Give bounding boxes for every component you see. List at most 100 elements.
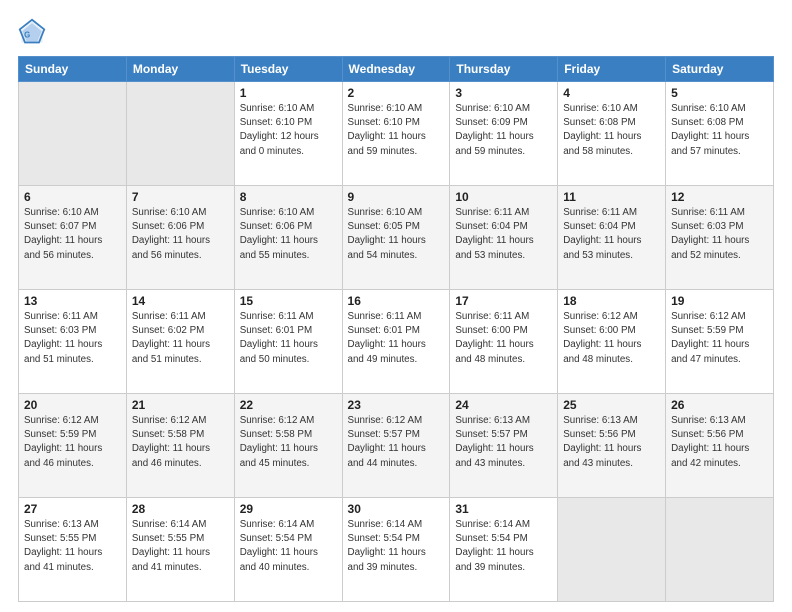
calendar-cell: 24 Sunrise: 6:13 AM Sunset: 5:57 PM Dayli… [450, 394, 558, 498]
day-info: Sunrise: 6:12 AM Sunset: 5:58 PM Dayligh… [240, 414, 337, 471]
calendar-cell: 14 Sunrise: 6:11 AM Sunset: 6:02 PM Dayli… [126, 290, 234, 394]
day-number: 2 [348, 86, 445, 100]
day-info: Sunrise: 6:10 AM Sunset: 6:08 PM Dayligh… [563, 102, 660, 159]
day-number: 27 [24, 502, 121, 516]
day-number: 26 [671, 398, 768, 412]
day-number: 10 [455, 190, 552, 204]
day-number: 20 [24, 398, 121, 412]
calendar-cell: 16Sunrise: 6:11 AM Sunset: 6:01 PM Dayli… [342, 290, 450, 394]
day-number: 1 [240, 86, 337, 100]
day-info: Sunrise: 6:11 AM Sunset: 6:02 PM Dayligh… [132, 310, 229, 367]
calendar-week-row: 1 Sunrise: 6:10 AM Sunset: 6:10 PM Daylig… [19, 82, 774, 186]
day-number: 23 [348, 398, 445, 412]
day-number: 7 [132, 190, 229, 204]
day-info: Sunrise: 6:10 AM Sunset: 6:10 PM Dayligh… [240, 102, 337, 159]
day-info: Sunrise: 6:10 AM Sunset: 6:07 PM Dayligh… [24, 206, 121, 263]
day-info: Sunrise: 6:13 AM Sunset: 5:55 PM Dayligh… [24, 518, 121, 575]
day-info: Sunrise: 6:13 AM Sunset: 5:56 PM Dayligh… [671, 414, 768, 471]
calendar-cell: 7 Sunrise: 6:10 AM Sunset: 6:06 PM Daylig… [126, 186, 234, 290]
day-number: 11 [563, 190, 660, 204]
day-info: Sunrise: 6:14 AM Sunset: 5:54 PM Dayligh… [240, 518, 337, 575]
day-number: 3 [455, 86, 552, 100]
day-number: 21 [132, 398, 229, 412]
calendar-cell: 25 Sunrise: 6:13 AM Sunset: 5:56 PM Dayli… [558, 394, 666, 498]
calendar-cell: 10 Sunrise: 6:11 AM Sunset: 6:04 PM Dayli… [450, 186, 558, 290]
day-number: 16 [348, 294, 445, 308]
day-info: Sunrise: 6:12 AM Sunset: 6:00 PM Dayligh… [563, 310, 660, 367]
day-number: 30 [348, 502, 445, 516]
header-wednesday: Wednesday [342, 57, 450, 82]
svg-text:G: G [24, 30, 30, 39]
day-info: Sunrise: 6:14 AM Sunset: 5:54 PM Dayligh… [455, 518, 552, 575]
day-number: 4 [563, 86, 660, 100]
calendar-cell [126, 82, 234, 186]
day-number: 8 [240, 190, 337, 204]
calendar: Sunday Monday Tuesday Wednesday Thursday… [18, 56, 774, 602]
calendar-cell: 8Sunrise: 6:10 AM Sunset: 6:06 PM Daylig… [234, 186, 342, 290]
header-thursday: Thursday [450, 57, 558, 82]
calendar-cell: 11 Sunrise: 6:11 AM Sunset: 6:04 PM Dayli… [558, 186, 666, 290]
calendar-cell: 5 Sunrise: 6:10 AM Sunset: 6:08 PM Daylig… [666, 82, 774, 186]
day-number: 13 [24, 294, 121, 308]
calendar-cell: 4 Sunrise: 6:10 AM Sunset: 6:08 PM Daylig… [558, 82, 666, 186]
header-monday: Monday [126, 57, 234, 82]
calendar-cell: 31 Sunrise: 6:14 AM Sunset: 5:54 PM Dayli… [450, 498, 558, 602]
day-info: Sunrise: 6:10 AM Sunset: 6:10 PM Dayligh… [348, 102, 445, 159]
day-info: Sunrise: 6:11 AM Sunset: 6:04 PM Dayligh… [455, 206, 552, 263]
calendar-cell: 21 Sunrise: 6:12 AM Sunset: 5:58 PM Dayli… [126, 394, 234, 498]
day-info: Sunrise: 6:11 AM Sunset: 6:03 PM Dayligh… [671, 206, 768, 263]
logo: G [18, 18, 50, 46]
calendar-cell: 17 Sunrise: 6:11 AM Sunset: 6:00 PM Dayli… [450, 290, 558, 394]
day-number: 15 [240, 294, 337, 308]
calendar-cell: 22Sunrise: 6:12 AM Sunset: 5:58 PM Dayli… [234, 394, 342, 498]
calendar-cell: 2 Sunrise: 6:10 AM Sunset: 6:10 PM Daylig… [342, 82, 450, 186]
day-info: Sunrise: 6:11 AM Sunset: 6:04 PM Dayligh… [563, 206, 660, 263]
day-number: 17 [455, 294, 552, 308]
header-tuesday: Tuesday [234, 57, 342, 82]
calendar-cell [666, 498, 774, 602]
day-info: Sunrise: 6:12 AM Sunset: 5:58 PM Dayligh… [132, 414, 229, 471]
calendar-cell: 29 Sunrise: 6:14 AM Sunset: 5:54 PM Dayli… [234, 498, 342, 602]
calendar-cell: 6 Sunrise: 6:10 AM Sunset: 6:07 PM Daylig… [19, 186, 127, 290]
day-number: 29 [240, 502, 337, 516]
calendar-cell: 28 Sunrise: 6:14 AM Sunset: 5:55 PM Dayli… [126, 498, 234, 602]
day-info: Sunrise: 6:11 AM Sunset: 6:00 PM Dayligh… [455, 310, 552, 367]
calendar-cell: 26 Sunrise: 6:13 AM Sunset: 5:56 PM Dayli… [666, 394, 774, 498]
day-number: 24 [455, 398, 552, 412]
day-info: Sunrise: 6:10 AM Sunset: 6:05 PM Dayligh… [348, 206, 445, 263]
calendar-cell: 20 Sunrise: 6:12 AM Sunset: 5:59 PM Dayli… [19, 394, 127, 498]
weekday-header-row: Sunday Monday Tuesday Wednesday Thursday… [19, 57, 774, 82]
day-number: 5 [671, 86, 768, 100]
day-number: 6 [24, 190, 121, 204]
day-number: 25 [563, 398, 660, 412]
calendar-cell: 30Sunrise: 6:14 AM Sunset: 5:54 PM Dayli… [342, 498, 450, 602]
calendar-cell [558, 498, 666, 602]
calendar-cell: 18 Sunrise: 6:12 AM Sunset: 6:00 PM Dayli… [558, 290, 666, 394]
calendar-week-row: 6 Sunrise: 6:10 AM Sunset: 6:07 PM Daylig… [19, 186, 774, 290]
header-sunday: Sunday [19, 57, 127, 82]
day-number: 9 [348, 190, 445, 204]
day-info: Sunrise: 6:12 AM Sunset: 5:57 PM Dayligh… [348, 414, 445, 471]
day-number: 12 [671, 190, 768, 204]
day-number: 31 [455, 502, 552, 516]
day-info: Sunrise: 6:13 AM Sunset: 5:56 PM Dayligh… [563, 414, 660, 471]
day-info: Sunrise: 6:14 AM Sunset: 5:55 PM Dayligh… [132, 518, 229, 575]
calendar-cell: 15Sunrise: 6:11 AM Sunset: 6:01 PM Dayli… [234, 290, 342, 394]
header-friday: Friday [558, 57, 666, 82]
logo-icon: G [18, 18, 46, 46]
day-info: Sunrise: 6:12 AM Sunset: 5:59 PM Dayligh… [671, 310, 768, 367]
day-info: Sunrise: 6:12 AM Sunset: 5:59 PM Dayligh… [24, 414, 121, 471]
day-info: Sunrise: 6:13 AM Sunset: 5:57 PM Dayligh… [455, 414, 552, 471]
calendar-cell [19, 82, 127, 186]
day-info: Sunrise: 6:10 AM Sunset: 6:08 PM Dayligh… [671, 102, 768, 159]
day-info: Sunrise: 6:11 AM Sunset: 6:03 PM Dayligh… [24, 310, 121, 367]
calendar-week-row: 13 Sunrise: 6:11 AM Sunset: 6:03 PM Dayli… [19, 290, 774, 394]
page: G Sunday Monday Tuesday Wednesday Thursd… [0, 0, 792, 612]
day-number: 19 [671, 294, 768, 308]
day-info: Sunrise: 6:10 AM Sunset: 6:06 PM Dayligh… [132, 206, 229, 263]
header-saturday: Saturday [666, 57, 774, 82]
day-number: 28 [132, 502, 229, 516]
day-number: 18 [563, 294, 660, 308]
day-number: 14 [132, 294, 229, 308]
calendar-cell: 9 Sunrise: 6:10 AM Sunset: 6:05 PM Daylig… [342, 186, 450, 290]
